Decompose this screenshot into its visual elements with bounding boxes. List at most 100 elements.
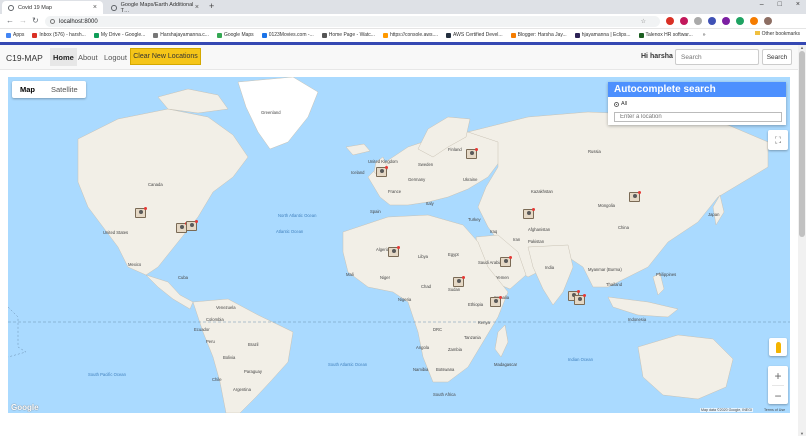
info-icon[interactable] xyxy=(50,19,55,24)
reload-icon[interactable]: ↻ xyxy=(32,16,39,25)
scroll-up-icon[interactable]: ▲ xyxy=(800,45,804,50)
map-type-map-button[interactable]: Map xyxy=(12,81,43,98)
opera-icon[interactable] xyxy=(666,17,674,25)
location-marker[interactable] xyxy=(186,220,198,231)
extension-icon[interactable] xyxy=(736,17,744,25)
new-tab-icon[interactable]: + xyxy=(209,1,214,11)
map-label: Mexico xyxy=(128,262,142,267)
location-marker[interactable] xyxy=(453,276,465,287)
map-label: Myanmar (Burma) xyxy=(588,267,622,272)
bookmark-item[interactable]: Inbox (576) - harsh... xyxy=(32,32,86,38)
tab-covid-map[interactable]: Covid 19 Map × xyxy=(2,1,103,14)
map-label: Atlantic Ocean xyxy=(276,229,304,234)
bookmark-item[interactable]: Home Page - Watc... xyxy=(321,32,375,38)
terms-of-use-link[interactable]: Terms of Use xyxy=(764,408,785,412)
map-label: Iran xyxy=(513,237,521,242)
extension-icon[interactable] xyxy=(680,17,688,25)
nav-logout[interactable]: Logout xyxy=(104,53,127,62)
url-bar[interactable]: localhost:8000 ☆ xyxy=(45,16,660,27)
location-marker[interactable] xyxy=(376,166,388,177)
bookmark-item[interactable]: hjayamanna | Eclips... xyxy=(574,32,631,38)
search-input[interactable] xyxy=(675,49,759,65)
location-marker[interactable] xyxy=(629,191,641,202)
bookmark-item[interactable]: https://console.aws.... xyxy=(382,32,438,38)
minimize-icon[interactable]: – xyxy=(760,1,764,8)
map-label: Chad xyxy=(421,284,432,289)
close-window-icon[interactable]: × xyxy=(796,1,800,8)
map-label: Indian Ocean xyxy=(568,357,593,362)
back-icon[interactable]: ← xyxy=(6,16,14,25)
world-map[interactable]: Atlantic Ocean North Atlantic Ocean Sout… xyxy=(8,77,790,413)
map-type-satellite-button[interactable]: Satellite xyxy=(43,81,86,98)
map-label: Yemen xyxy=(496,275,509,280)
map-label: Iceland xyxy=(351,170,365,175)
extension-icon[interactable] xyxy=(708,17,716,25)
star-icon[interactable]: ☆ xyxy=(641,18,646,25)
maximize-icon[interactable]: □ xyxy=(778,1,782,8)
location-marker[interactable] xyxy=(466,148,478,159)
page-icon xyxy=(321,32,327,38)
tab-title: Covid 19 Map xyxy=(18,4,52,11)
folder-icon xyxy=(754,31,760,35)
user-greeting: Hi harsha xyxy=(641,53,673,60)
map-label: South Pacific Ocean xyxy=(88,372,126,377)
all-radio-option[interactable]: All xyxy=(614,101,627,107)
other-bookmarks[interactable]: Other bookmarks xyxy=(754,31,800,37)
extension-icon[interactable] xyxy=(694,17,702,25)
close-icon[interactable]: × xyxy=(93,4,97,11)
map-label: Tanzania xyxy=(464,335,481,340)
location-marker[interactable] xyxy=(574,294,586,305)
bookmark-item[interactable]: Harshajayamanna.c... xyxy=(153,32,209,38)
map-label: Niger xyxy=(380,275,391,280)
profile-avatar[interactable] xyxy=(764,17,772,25)
location-marker[interactable] xyxy=(500,256,512,267)
map-label: Madagascar xyxy=(494,362,518,367)
maps-icon xyxy=(216,32,222,38)
zoom-in-button[interactable]: + xyxy=(768,366,788,385)
map-label: Sweden xyxy=(418,162,434,167)
location-marker[interactable] xyxy=(523,208,535,219)
clear-new-locations-button[interactable]: Clear New Locations xyxy=(130,48,201,65)
map-label: Nigeria xyxy=(398,297,412,302)
nav-home[interactable]: Home xyxy=(50,48,77,66)
scrollbar-thumb[interactable] xyxy=(799,51,805,237)
brand-title[interactable]: C19-MAP xyxy=(6,53,43,63)
location-marker[interactable] xyxy=(135,207,147,218)
zoom-out-button[interactable]: − xyxy=(768,386,788,405)
bookmark-item[interactable]: Blogger: Harsha Jay... xyxy=(510,32,567,38)
map-label: Kazakhstan xyxy=(531,189,553,194)
map-label: Greenland xyxy=(261,110,281,115)
map-label: Afghanistan xyxy=(528,227,551,232)
chevron-right-icon[interactable]: » xyxy=(703,32,706,38)
drive-icon xyxy=(93,32,99,38)
location-marker[interactable] xyxy=(388,246,400,257)
map-label: Pakistan xyxy=(528,239,545,244)
location-marker[interactable] xyxy=(490,296,502,307)
page-scrollbar[interactable]: ▲ ▼ xyxy=(798,45,806,436)
map-label: Philippines xyxy=(656,272,677,277)
map-label: South Africa xyxy=(433,392,456,397)
close-icon[interactable]: × xyxy=(195,4,199,11)
extension-icon[interactable] xyxy=(750,17,758,25)
location-input[interactable] xyxy=(614,112,782,122)
gmail-icon xyxy=(32,32,38,38)
bookmark-item[interactable]: Talenox HR softwar... xyxy=(638,32,693,38)
forward-icon[interactable]: → xyxy=(19,16,27,25)
google-logo[interactable]: Google xyxy=(11,403,39,412)
bookmark-item[interactable]: AWS Certified Devel... xyxy=(446,32,503,38)
map-label: Kenya xyxy=(478,320,490,325)
search-button[interactable]: Search xyxy=(762,49,792,65)
bookmark-apps[interactable]: Apps xyxy=(6,32,24,38)
app-navbar: C19-MAP Home About Logout Clear New Loca… xyxy=(0,45,798,70)
bookmark-item[interactable]: Google Maps xyxy=(216,32,254,38)
fullscreen-button[interactable]: ⛶ xyxy=(768,130,788,150)
bookmark-item[interactable]: 0123Movies.com -... xyxy=(261,32,314,38)
tab-google-maps[interactable]: Google Maps/Earth Additional T… × xyxy=(105,1,205,14)
street-view-pegman[interactable] xyxy=(769,338,787,356)
radio-icon[interactable] xyxy=(614,101,619,107)
scroll-down-icon[interactable]: ▼ xyxy=(800,431,804,436)
extension-icon[interactable] xyxy=(722,17,730,25)
nav-about[interactable]: About xyxy=(78,53,98,62)
map-label: North Atlantic Ocean xyxy=(278,213,317,218)
bookmark-item[interactable]: My Drive - Google... xyxy=(93,32,145,38)
